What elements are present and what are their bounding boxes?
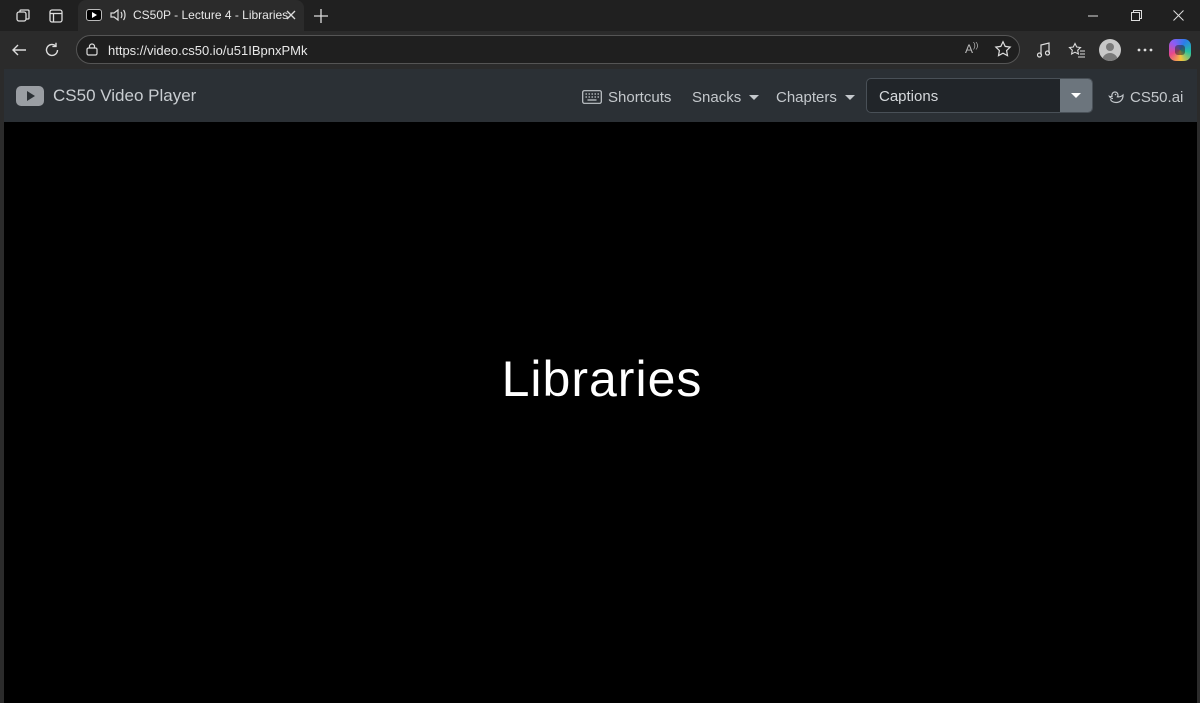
url-text[interactable]: https://video.cs50.io/u51IBpnxPMk: [108, 43, 307, 58]
favorites-icon[interactable]: [1063, 36, 1091, 64]
slide-title: Libraries: [501, 351, 703, 407]
more-options-icon[interactable]: [1131, 36, 1159, 64]
profile-avatar[interactable]: [1099, 39, 1121, 61]
star-icon[interactable]: [994, 40, 1012, 63]
minimize-icon: [1088, 15, 1098, 16]
workspaces-icon[interactable]: [11, 4, 35, 28]
speaker-icon[interactable]: [109, 7, 127, 28]
address-bar[interactable]: https://video.cs50.io/u51IBpnxPMk A)): [76, 35, 1020, 64]
cs50ai-link[interactable]: CS50.ai: [1107, 86, 1183, 108]
back-button[interactable]: [5, 36, 33, 64]
captions-placeholder: Captions: [879, 88, 939, 105]
captions-toggle-button[interactable]: [1060, 79, 1092, 112]
refresh-button[interactable]: [38, 36, 66, 64]
site-info-icon[interactable]: [85, 42, 99, 61]
new-tab-button[interactable]: [309, 4, 333, 28]
tab-actions-icon[interactable]: [44, 4, 68, 28]
cs50ai-label: CS50.ai: [1130, 88, 1184, 106]
shortcuts-link[interactable]: Shortcuts: [582, 86, 671, 108]
browser-extension-icon[interactable]: [1030, 36, 1058, 64]
captions-select[interactable]: Captions: [866, 78, 1093, 113]
restore-button[interactable]: [1114, 0, 1158, 31]
youtube-icon: [86, 9, 102, 21]
browser-tab-strip: CS50P - Lecture 4 - Libraries: [0, 0, 1200, 31]
tab-title: CS50P - Lecture 4 - Libraries: [133, 8, 289, 22]
chevron-down-icon: [749, 94, 760, 100]
plus-icon: [314, 9, 328, 23]
close-icon: [1172, 10, 1184, 21]
close-window-button[interactable]: [1156, 0, 1200, 31]
back-arrow-icon: [12, 44, 26, 56]
video-player-page: CS50 Video Player Shortcuts Snacks Chapt…: [4, 69, 1197, 703]
app-navbar: CS50 Video Player Shortcuts Snacks Chapt…: [4, 69, 1197, 122]
read-aloud-icon[interactable]: A)): [965, 41, 978, 56]
brand-link[interactable]: CS50 Video Player: [16, 84, 196, 108]
close-tab-icon[interactable]: [282, 6, 300, 24]
chapters-label: Chapters: [776, 88, 837, 106]
brand-name: CS50 Video Player: [53, 86, 197, 105]
minimize-button[interactable]: [1071, 0, 1115, 31]
duck-icon: [1108, 91, 1124, 104]
restore-icon: [1130, 10, 1142, 21]
snacks-label: Snacks: [692, 88, 742, 106]
chevron-down-icon: [1071, 93, 1081, 98]
video-frame[interactable]: Libraries: [4, 122, 1197, 703]
chevron-down-icon: [844, 94, 855, 100]
keyboard-icon: [582, 90, 602, 104]
snacks-dropdown[interactable]: Snacks: [692, 86, 760, 108]
play-logo-icon: [16, 86, 44, 106]
refresh-icon: [45, 42, 59, 57]
shortcuts-label: Shortcuts: [608, 88, 672, 106]
browser-toolbar: https://video.cs50.io/u51IBpnxPMk A)): [0, 31, 1200, 69]
browser-tab[interactable]: CS50P - Lecture 4 - Libraries: [78, 0, 304, 31]
chapters-dropdown[interactable]: Chapters: [776, 86, 855, 108]
copilot-icon[interactable]: [1169, 39, 1191, 61]
